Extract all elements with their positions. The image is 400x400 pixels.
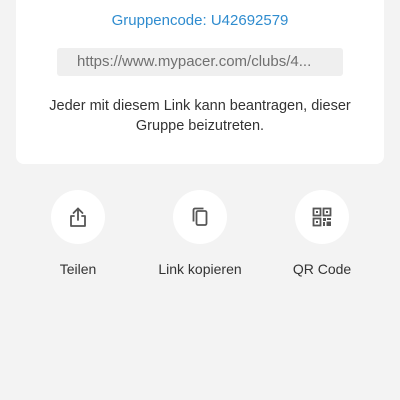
qr-code-label: QR Code (292, 261, 352, 277)
share-button-circle[interactable] (51, 190, 105, 244)
qr-code-icon (310, 205, 334, 229)
copy-icon (188, 205, 212, 229)
invite-link-field[interactable]: https://www.mypacer.com/clubs/4... (57, 48, 343, 76)
qr-code-button[interactable]: QR Code (267, 190, 377, 277)
copy-link-button-circle[interactable] (173, 190, 227, 244)
invite-hint-text: Jeder mit diesem Link kann beantragen, d… (49, 98, 351, 134)
qr-code-button-circle[interactable] (295, 190, 349, 244)
group-code: Gruppencode: U42692579 (111, 12, 289, 29)
copy-link-label: Link kopieren (158, 261, 242, 277)
share-button[interactable]: Teilen (23, 190, 133, 277)
share-icon (66, 205, 90, 229)
share-label: Teilen (59, 261, 97, 277)
copy-link-button[interactable]: Link kopieren (145, 190, 255, 277)
